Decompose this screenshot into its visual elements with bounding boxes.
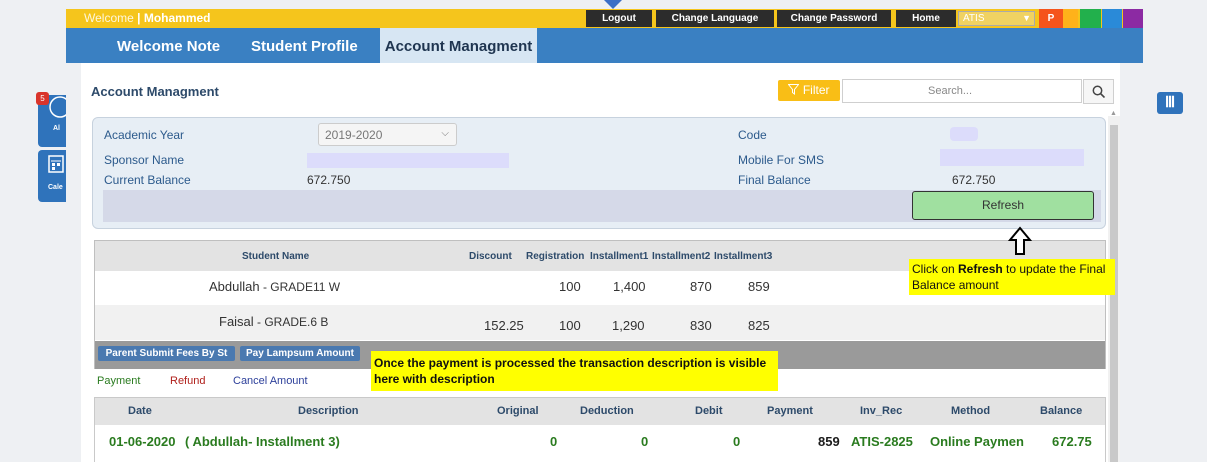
transaction-payment: 859: [818, 434, 840, 449]
col-installment3: Installment3: [714, 251, 773, 262]
installment2-cell: 830: [690, 318, 712, 333]
student-name: Abdullah: [209, 279, 260, 294]
transaction-balance: 672.75: [1052, 434, 1092, 449]
col-installment2: Installment2: [652, 251, 711, 262]
registration-cell: 100: [559, 318, 581, 333]
payment-callout: Once the payment is processed the transa…: [371, 351, 778, 391]
col-discount: Discount: [469, 251, 512, 262]
col-registration: Registration: [526, 251, 585, 262]
mobile-sms-value: [940, 149, 1084, 166]
col-balance: Balance: [1040, 405, 1083, 417]
main-nav: [66, 28, 1143, 63]
filter-button[interactable]: Filter: [778, 80, 840, 101]
col-deduction: Deduction: [580, 405, 634, 417]
side-widget-calendar[interactable]: Cale: [38, 150, 66, 202]
col-debit: Debit: [695, 405, 723, 417]
side-widget-calendar-label: Cale: [48, 184, 63, 191]
change-password-button[interactable]: Change Password: [777, 10, 891, 27]
academic-year-label: Academic Year: [104, 128, 185, 142]
search-button[interactable]: [1083, 79, 1114, 104]
alert-count-badge: 5: [36, 92, 49, 105]
school-select[interactable]: ATIS ▼: [958, 11, 1035, 26]
chevron-down-icon: ⌵: [441, 128, 449, 139]
welcome-text: Welcome | Mohammed: [84, 11, 211, 25]
up-arrow-icon: [1007, 226, 1033, 261]
current-balance-label: Current Balance: [104, 173, 191, 187]
code-value: [950, 127, 978, 141]
page-title: Account Managment: [91, 84, 219, 99]
search-input[interactable]: Search...: [842, 79, 1082, 103]
pointer-arrow-icon: [604, 0, 622, 9]
student-name: Faisal: [219, 314, 254, 329]
search-icon: [1092, 85, 1106, 99]
installment1-cell: 1,290: [612, 318, 645, 333]
home-button[interactable]: Home: [896, 10, 956, 27]
transaction-date: 01-06-2020: [109, 434, 176, 449]
filter-label: Filter: [802, 83, 830, 97]
user-badge-label: P: [1047, 13, 1055, 24]
registration-cell: 100: [559, 279, 581, 294]
academic-year-value: 2019-2020: [325, 128, 383, 142]
theme-swatch-green[interactable]: [1080, 9, 1101, 28]
final-balance-value: 672.750: [952, 173, 996, 187]
refresh-button[interactable]: Refresh: [912, 191, 1094, 220]
col-method: Method: [951, 405, 991, 417]
user-badge[interactable]: P: [1039, 9, 1063, 28]
welcome-user: Mohammed: [143, 11, 211, 25]
col-original: Original: [497, 405, 539, 417]
side-widget-alerts-label: Al: [53, 125, 60, 132]
theme-swatch-blue[interactable]: [1102, 9, 1122, 28]
calendar-icon: [48, 155, 64, 173]
pay-lumpsum-button[interactable]: Pay Lampsum Amount: [240, 346, 360, 361]
sponsor-name-label: Sponsor Name: [104, 153, 185, 167]
col-inv-rec: Inv_Rec: [860, 405, 903, 417]
student-grade: - GRADE.6 B: [253, 315, 329, 329]
theme-swatch-purple[interactable]: [1123, 9, 1143, 28]
col-payment: Payment: [767, 405, 813, 417]
transaction-inv-rec: ATIS-2825: [851, 434, 913, 449]
current-balance-value: 672.750: [307, 173, 351, 187]
installment1-cell: 1,400: [613, 279, 646, 294]
payment-link[interactable]: Payment: [97, 375, 140, 387]
final-balance-label: Final Balance: [738, 173, 811, 187]
code-label: Code: [738, 128, 767, 142]
installment2-cell: 870: [690, 279, 712, 294]
sponsor-name-value: [307, 153, 509, 168]
refund-link[interactable]: Refund: [170, 375, 205, 387]
tab-welcome-note[interactable]: Welcome Note: [117, 28, 220, 63]
parent-submit-fees-button[interactable]: Parent Submit Fees By St: [98, 346, 235, 361]
tab-account-managment[interactable]: Account Managment: [380, 28, 537, 63]
cancel-amount-link[interactable]: Cancel Amount: [233, 375, 308, 387]
transaction-deduction: 0: [641, 434, 649, 449]
transaction-original: 0: [550, 434, 558, 449]
col-date: Date: [128, 405, 152, 417]
table-row: Faisal - GRADE.6 B: [219, 313, 328, 331]
installment3-cell: 825: [748, 318, 770, 333]
refresh-callout: Click on Refresh to update the Final Bal…: [909, 259, 1115, 295]
transaction-method: Online Payment: [930, 434, 1024, 449]
mobile-sms-label: Mobile For SMS: [738, 153, 825, 167]
grid-menu-icon[interactable]: Ⅲ: [1157, 92, 1183, 114]
student-grade: - GRADE11 W: [259, 280, 341, 294]
installment3-cell: 859: [748, 279, 770, 294]
col-description: Description: [298, 405, 359, 417]
col-installment1: Installment1: [590, 251, 649, 262]
theme-swatch-orange[interactable]: [1063, 9, 1078, 28]
transaction-description: ( Abdullah- Installment 3): [185, 434, 340, 449]
academic-year-select[interactable]: 2019-2020 ⌵: [318, 123, 457, 146]
tab-student-profile[interactable]: Student Profile: [251, 28, 358, 63]
scroll-up-icon[interactable]: ▲: [1110, 110, 1117, 117]
col-student-name: Student Name: [242, 251, 310, 262]
welcome-label: Welcome: [84, 11, 134, 25]
filter-icon: [787, 84, 801, 95]
logout-button[interactable]: Logout: [586, 10, 652, 27]
discount-cell: 152.25: [484, 318, 524, 333]
table-row: Abdullah - GRADE11 W: [209, 278, 340, 296]
school-select-value: ATIS: [963, 13, 985, 24]
change-language-button[interactable]: Change Language: [656, 10, 774, 27]
chevron-down-icon: ▼: [1022, 13, 1031, 23]
transaction-debit: 0: [733, 434, 741, 449]
